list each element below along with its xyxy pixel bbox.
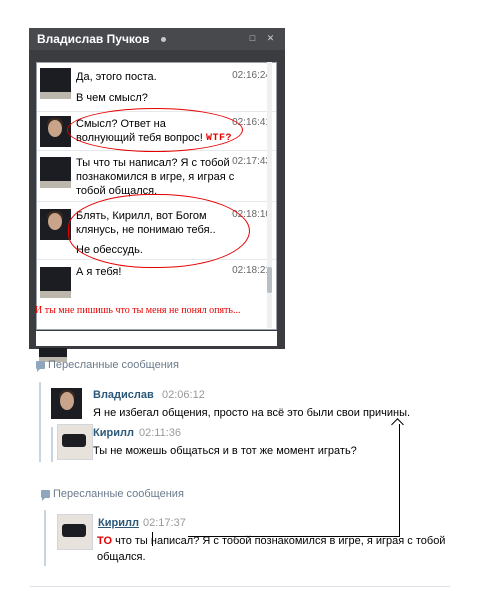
wtf-annotation: WTF? [206, 133, 233, 144]
author-name[interactable]: Кирилл [98, 517, 139, 529]
online-status-icon [161, 37, 166, 42]
chat-message: Да, этого поста. 02:16:24 В чем смысл? [37, 65, 276, 110]
avatar [40, 68, 71, 99]
avatar [40, 209, 71, 240]
message-text: Да, этого поста. [76, 71, 157, 83]
avatar [40, 157, 71, 188]
forwarded-label[interactable]: Пересланные сообщения [53, 488, 184, 500]
forward-bar [39, 382, 41, 462]
author-name[interactable]: Владислав [93, 389, 154, 401]
avatar [40, 267, 71, 298]
red-circle-annotation [68, 194, 250, 268]
avatar[interactable] [51, 388, 82, 419]
forward-bar [44, 510, 46, 566]
chat-input[interactable] [36, 331, 277, 346]
text-cursor [152, 532, 153, 546]
message-text: Ты что ты написал? Я с тобой познакомилс… [76, 157, 235, 197]
arrow-annotation [399, 424, 400, 536]
message-time: 02:17:43 [232, 156, 271, 167]
message-time: 02:11:36 [139, 427, 182, 439]
forwarded-label[interactable]: Пересланные сообщения [48, 359, 179, 371]
red-circle-annotation [67, 108, 243, 152]
author-name[interactable]: Кирилл [93, 427, 134, 439]
message-text: В чем смысл? [76, 92, 148, 104]
forwarded-message-body: что ты написал? Я с тобой познакомился в… [97, 535, 446, 563]
avatar[interactable] [57, 424, 93, 460]
forward-bar [51, 427, 53, 462]
arrow-annotation-base [188, 536, 400, 537]
close-icon[interactable]: ✕ [266, 34, 275, 43]
message-time: 02:17:37 [143, 517, 186, 529]
chat-title: Владислав Пучков [37, 32, 150, 46]
avatar[interactable] [57, 514, 93, 550]
chat-header: Владислав Пучков □ ✕ [29, 28, 285, 50]
minimize-icon[interactable]: □ [248, 34, 257, 43]
forwarded-message-text: Ты не можешь общаться и в тот же момент … [93, 445, 357, 457]
red-comment-annotation: И ты мне пишишь что ты меня не понял опя… [35, 305, 241, 316]
scroll-thumb[interactable] [267, 267, 272, 293]
highlighted-word: ТО [97, 535, 113, 547]
chat-scrollbar[interactable] [267, 62, 272, 328]
divider [30, 586, 450, 587]
forward-icon [36, 361, 45, 372]
message-time: 02:18:21 [232, 265, 271, 276]
forwarded-message-text: Я не избегал общения, просто на всё это … [93, 407, 411, 419]
chat-window: Владислав Пучков □ ✕ Да, этого поста. 02… [29, 28, 285, 362]
message-time: 02:16:24 [232, 70, 271, 81]
forwarded-message-text: ТО что ты написал? Я с тобой познакомилс… [97, 533, 452, 565]
forward-icon [41, 490, 50, 501]
message-time: 02:06:12 [162, 389, 205, 401]
